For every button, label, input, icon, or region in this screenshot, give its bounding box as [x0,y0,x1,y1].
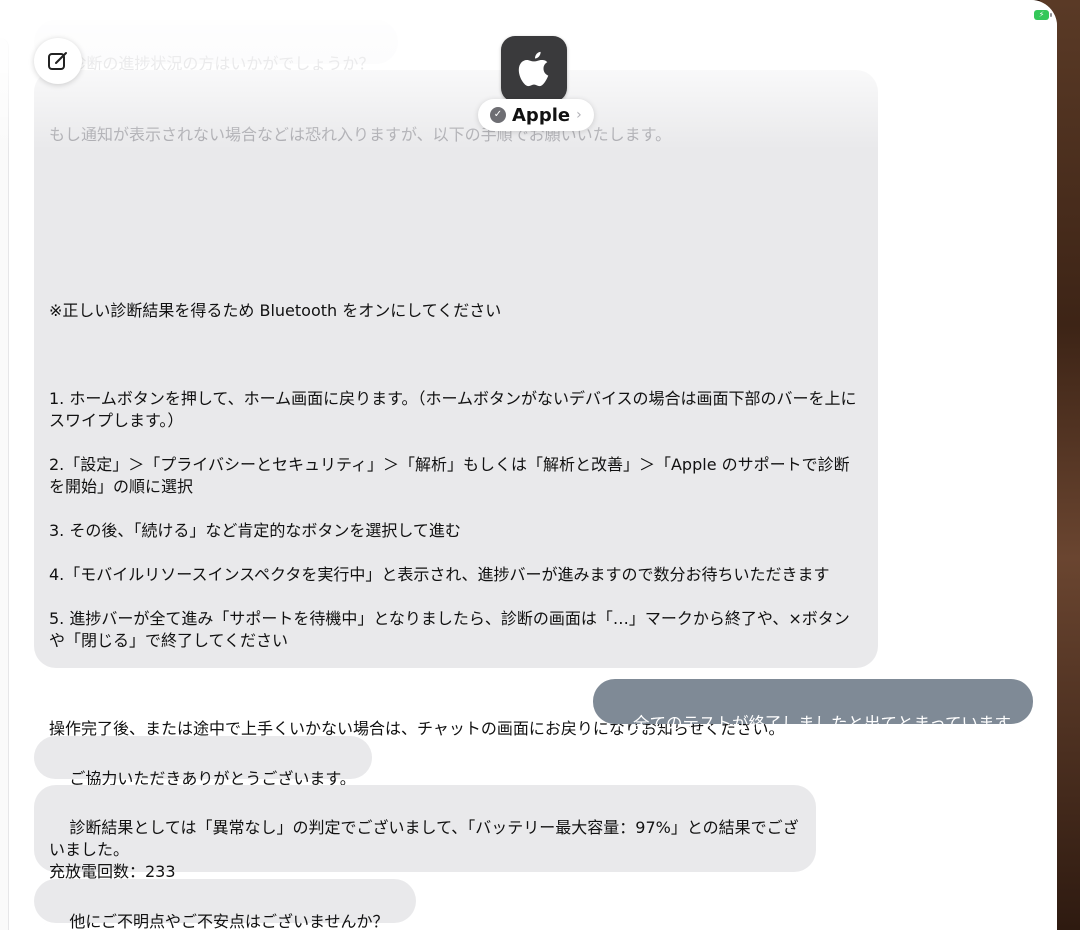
message-text: 全てのテストが終了しましたと出てとまっています [632,714,1011,733]
message-text: ※正しい診断結果を得るため Bluetooth をオンにしてください 1. ホー… [49,301,857,738]
message-bubble-incoming-faded: 診断の進捗状況の方はいかがでしょうか？ [34,20,398,73]
compose-button[interactable] [34,38,82,84]
message-bubble-incoming: 診断結果としては「異常なし」の判定でございまして、「バッテリー最大容量：97%」… [34,785,816,881]
message-bubble-outgoing: 全てのテストが終了しましたと出てとまっています [593,679,1033,733]
message-text: 診断結果としては「異常なし」の判定でございまして、「バッテリー最大容量：97%」… [49,818,799,881]
compose-icon [48,52,67,70]
message-text: 他にご不明点やご不安点はございませんか？ [69,912,389,930]
message-text-faded: もし通知が表示されない場合などは恐れ入りますが、以下の手順でお願いいたします。 [49,125,672,144]
message-bubble-incoming: 他にご不明点やご不安点はございませんか？ [34,879,416,930]
chevron-right-icon: › [576,107,582,123]
message-bubble-instructions: もし通知が表示されない場合などは恐れ入りますが、以下の手順でお願いいたします。 … [34,70,878,738]
battery-indicator: ⚡ [1034,8,1054,22]
message-bubble-incoming: ご協力いただきありがとうございます。 [34,736,372,788]
messages-panel: 診断の進捗状況の方はいかがでしょうか？ もし通知が表示されない場合などは恐れ入り… [0,0,1057,930]
contact-name-button[interactable]: ✓ Apple › [478,99,594,131]
contact-avatar[interactable] [501,36,567,102]
battery-charging-icon: ⚡ [1034,10,1049,20]
contact-name: Apple [512,104,571,126]
sidebar-edge [0,38,9,930]
apple-logo-icon [518,51,549,87]
verified-badge-icon: ✓ [490,107,506,123]
